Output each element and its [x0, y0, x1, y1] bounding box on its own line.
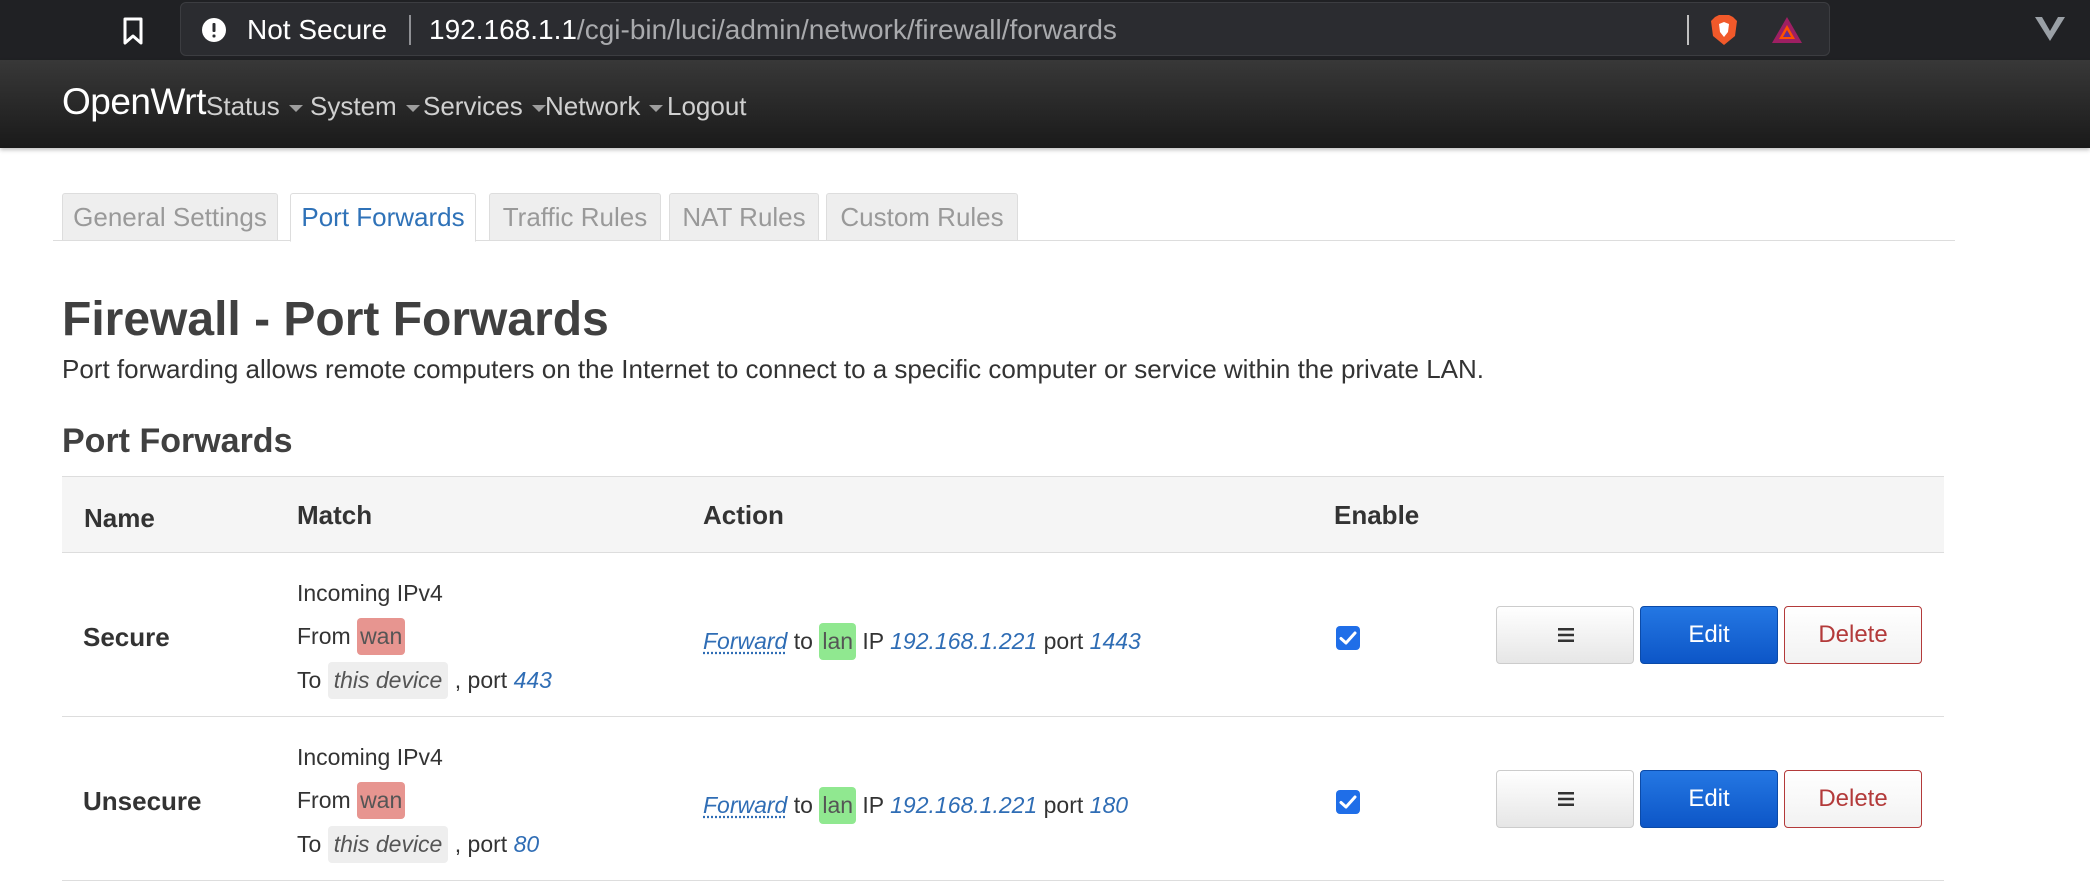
match-incoming: Incoming IPv4	[297, 580, 443, 606]
action-cell: Forward to lan IP 192.168.1.221 port 180	[703, 787, 1128, 824]
zone-badge-lan: lan	[819, 623, 857, 660]
match-from: From wan	[297, 618, 406, 655]
nav-item-logout[interactable]: Logout	[667, 91, 747, 122]
column-header-name: Name	[84, 503, 155, 533]
security-status[interactable]: Not Secure	[247, 14, 387, 46]
match-from: From wan	[297, 782, 406, 819]
tab-nat-rules[interactable]: NAT Rules	[669, 193, 819, 241]
tab-custom-rules[interactable]: Custom Rules	[826, 193, 1018, 241]
brave-shield-icon[interactable]	[1709, 14, 1739, 46]
forward-link[interactable]: Forward	[703, 792, 787, 818]
from-label: From	[297, 787, 351, 813]
url-text[interactable]: 192.168.1.1/cgi-bin/luci/admin/network/f…	[429, 14, 1117, 46]
dest-port-label: port	[1043, 792, 1084, 818]
browser-toolbar: Not Secure 192.168.1.1/cgi-bin/luci/admi…	[0, 0, 2090, 60]
warning-icon[interactable]	[201, 17, 227, 43]
nav-item-services[interactable]: Services	[423, 91, 546, 122]
page-description: Port forwarding allows remote computers …	[62, 354, 1485, 384]
nav-item-system[interactable]: System	[310, 91, 420, 122]
column-header-action: Action	[703, 500, 784, 530]
nav-label: Services	[423, 91, 523, 121]
tab-general-settings[interactable]: General Settings	[62, 193, 278, 241]
caret-down-icon	[288, 104, 303, 112]
bat-rewards-icon[interactable]	[1771, 15, 1803, 45]
reorder-button[interactable]	[1496, 606, 1634, 664]
address-divider	[409, 15, 411, 45]
match-port: 443	[513, 667, 552, 693]
reorder-button[interactable]	[1496, 770, 1634, 828]
to-label: To	[297, 831, 322, 857]
caret-down-icon	[405, 104, 420, 112]
main-navbar: OpenWrt Status System Services Network L…	[0, 60, 2090, 148]
nav-label: Status	[206, 91, 280, 121]
edit-button[interactable]: Edit	[1640, 770, 1778, 828]
ip-label: IP	[862, 792, 884, 818]
url-host: 192.168.1.1	[429, 14, 577, 45]
menu-icon	[1558, 628, 1574, 642]
menu-icon	[1558, 792, 1574, 806]
tab-port-forwards[interactable]: Port Forwards	[290, 193, 476, 242]
dest-port: 180	[1089, 792, 1129, 818]
ip-label: IP	[862, 628, 884, 654]
forward-link[interactable]: Forward	[703, 628, 787, 654]
rule-name: Secure	[83, 622, 170, 652]
zone-badge-wan: wan	[357, 782, 406, 819]
port-label: , port	[454, 667, 508, 693]
address-bar[interactable]: Not Secure 192.168.1.1/cgi-bin/luci/admi…	[180, 2, 1830, 56]
column-header-match: Match	[297, 500, 373, 530]
to-target: this device	[327, 826, 449, 863]
section-title: Port Forwards	[62, 422, 293, 460]
nav-label: Network	[545, 91, 641, 121]
port-label: , port	[454, 831, 508, 857]
zone-badge-lan: lan	[819, 787, 857, 824]
bookmark-icon[interactable]	[120, 16, 146, 46]
row-divider	[62, 716, 1944, 717]
vivaldi-icon[interactable]	[2033, 14, 2067, 44]
row-divider	[62, 552, 1944, 553]
dest-ip: 192.168.1.221	[890, 628, 1038, 654]
match-incoming: Incoming IPv4	[297, 744, 443, 770]
enable-checkbox[interactable]	[1336, 626, 1360, 650]
edit-button[interactable]: Edit	[1640, 606, 1778, 664]
caret-down-icon	[531, 104, 546, 112]
nav-label: System	[310, 91, 397, 121]
to-target: this device	[327, 662, 449, 699]
dest-ip: 192.168.1.221	[890, 792, 1038, 818]
action-to: to	[793, 792, 813, 818]
brand-logo[interactable]: OpenWrt	[62, 81, 206, 123]
match-port: 80	[513, 831, 540, 857]
tab-traffic-rules[interactable]: Traffic Rules	[489, 193, 661, 241]
match-to: To this device , port 443	[297, 662, 552, 699]
nav-item-status[interactable]: Status	[206, 91, 303, 122]
url-path: /cgi-bin/luci/admin/network/firewall/for…	[576, 14, 1117, 45]
zone-badge-wan: wan	[357, 618, 406, 655]
action-to: to	[793, 628, 813, 654]
enable-checkbox[interactable]	[1336, 790, 1360, 814]
to-label: To	[297, 667, 322, 693]
row-divider	[62, 880, 1944, 881]
dest-port: 1443	[1089, 628, 1141, 654]
action-cell: Forward to lan IP 192.168.1.221 port 144…	[703, 623, 1141, 660]
from-label: From	[297, 623, 351, 649]
rule-name: Unsecure	[83, 786, 202, 816]
dest-port-label: port	[1043, 628, 1084, 654]
delete-button[interactable]: Delete	[1784, 770, 1922, 828]
nav-item-network[interactable]: Network	[545, 91, 664, 122]
column-header-enable: Enable	[1334, 500, 1420, 530]
match-to: To this device , port 80	[297, 826, 539, 863]
delete-button[interactable]: Delete	[1784, 606, 1922, 664]
page-title: Firewall - Port Forwards	[62, 293, 609, 346]
address-divider-right	[1687, 15, 1689, 45]
caret-down-icon	[649, 104, 664, 112]
